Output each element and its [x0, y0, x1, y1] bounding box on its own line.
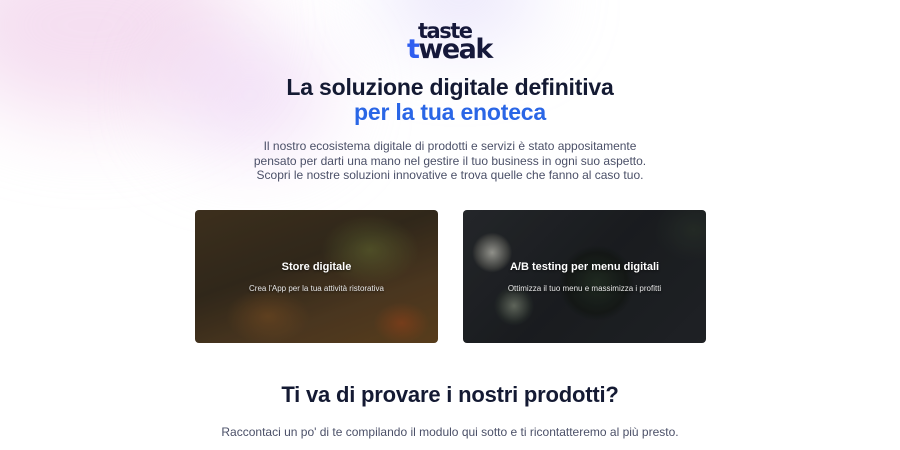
card-image-overlay — [463, 210, 706, 343]
card-title: Store digitale — [281, 261, 352, 273]
card-ab-testing[interactable]: A/B testing per menu digitali Ottimizza … — [463, 210, 706, 343]
logo-line-2-rest: weak — [418, 34, 493, 65]
intro-paragraph: Il nostro ecosistema digitale di prodott… — [200, 139, 700, 183]
page: taste tweak La soluzione digitale defini… — [0, 0, 900, 450]
cta-subtitle: Raccontaci un po' di te compilando il mo… — [221, 425, 679, 439]
logo-accent-letter: t — [407, 34, 420, 65]
intro-line: Scopri le nostre soluzioni innovative e … — [256, 168, 644, 182]
intro-line: pensato per darti una mano nel gestire i… — [253, 153, 647, 168]
card-title: A/B testing per menu digitali — [509, 261, 660, 273]
card-image-overlay — [195, 210, 438, 343]
hero-title-highlight: per la tua enoteca — [354, 99, 546, 125]
hero-title: La soluzione digitale definitiva per la … — [0, 75, 900, 125]
tastetweak-logo[interactable]: taste tweak — [405, 20, 497, 65]
card-subtitle: Ottimizza il tuo menu e massimizza i pro… — [507, 284, 662, 293]
card-subtitle: Crea l'App per la tua attività ristorati… — [249, 284, 384, 293]
logo-line-2: tweak — [407, 34, 493, 65]
hero-title-line-1: La soluzione digitale definitiva — [286, 74, 614, 100]
cta-title: Ti va di provare i nostri prodotti? — [281, 382, 619, 407]
intro-line: Il nostro ecosistema digitale di prodott… — [263, 139, 637, 153]
card-store-digitale[interactable]: Store digitale Crea l'App per la tua att… — [195, 210, 438, 343]
